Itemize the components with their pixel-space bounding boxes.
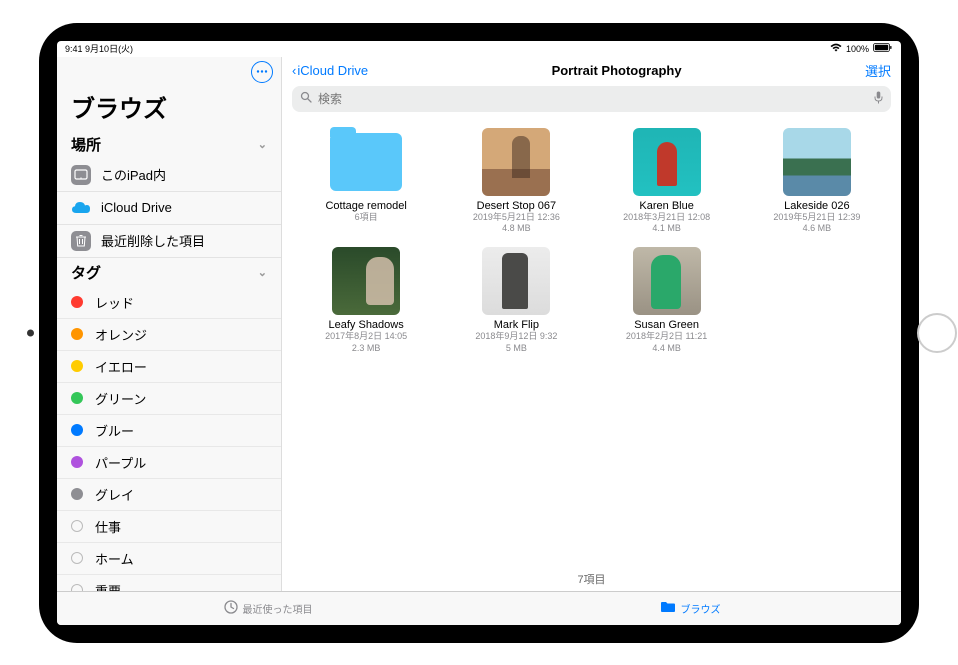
search-input[interactable] <box>318 92 868 106</box>
chevron-left-icon: ‹ <box>292 63 296 78</box>
more-button[interactable] <box>251 61 273 83</box>
grid-item[interactable]: Lakeside 026 2019年5月21日 12:394.6 MB <box>747 128 887 235</box>
grid-item[interactable]: Leafy Shadows 2017年8月2日 14:052.3 MB <box>296 247 436 354</box>
tag-item[interactable]: オレンジ <box>57 319 281 351</box>
item-meta: 2017年8月2日 14:052.3 MB <box>296 331 436 354</box>
tag-color-dot <box>71 488 83 500</box>
item-meta: 2019年5月21日 12:364.8 MB <box>446 212 586 235</box>
file-thumbnail <box>633 247 701 315</box>
tag-item[interactable]: グリーン <box>57 383 281 415</box>
grid-item[interactable]: Susan Green 2018年2月2日 11:214.4 MB <box>597 247 737 354</box>
file-thumbnail <box>783 128 851 196</box>
back-button[interactable]: ‹ iCloud Drive <box>292 63 368 78</box>
folder-icon <box>330 133 402 191</box>
tag-label: イエロー <box>95 357 147 376</box>
file-thumbnail <box>482 128 550 196</box>
trash-icon <box>71 231 91 251</box>
item-meta: 2018年3月21日 12:084.1 MB <box>597 212 737 235</box>
select-button[interactable]: 選択 <box>865 61 891 80</box>
battery-text: 100% <box>846 44 869 54</box>
grid-item[interactable]: Cottage remodel 6項目 <box>296 128 436 235</box>
status-date: 9月10日(火) <box>85 44 133 54</box>
tab-recents[interactable]: 最近使った項目 <box>57 592 479 625</box>
tag-item[interactable]: ブルー <box>57 415 281 447</box>
tags-header[interactable]: タグ ⌄ <box>57 258 281 287</box>
tag-item[interactable]: グレイ <box>57 479 281 511</box>
item-name: Desert Stop 067 <box>446 200 586 212</box>
item-name: Susan Green <box>597 319 737 331</box>
chevron-down-icon: ⌄ <box>258 138 267 151</box>
icloud-icon <box>71 198 91 218</box>
clock-icon <box>224 600 238 617</box>
item-meta: 2018年9月12日 9:325 MB <box>446 331 586 354</box>
item-meta: 6項目 <box>296 212 436 224</box>
page-title: Portrait Photography <box>552 63 682 78</box>
location-item[interactable]: このiPad内 <box>57 159 281 192</box>
ipad-icon <box>71 165 91 185</box>
tag-item[interactable]: レッド <box>57 287 281 319</box>
tag-item[interactable]: パープル <box>57 447 281 479</box>
tag-label: グレイ <box>95 485 134 504</box>
location-item[interactable]: 最近削除した項目 <box>57 225 281 258</box>
tag-item[interactable]: イエロー <box>57 351 281 383</box>
item-meta: 2018年2月2日 11:214.4 MB <box>597 331 737 354</box>
chevron-down-icon: ⌄ <box>258 266 267 279</box>
tag-color-dot <box>71 392 83 404</box>
home-button[interactable] <box>917 313 957 353</box>
tab-browse[interactable]: ブラウズ <box>479 592 901 625</box>
tag-empty-circle <box>71 552 83 564</box>
status-time: 9:41 <box>65 44 83 54</box>
location-label: iCloud Drive <box>101 200 172 215</box>
tag-label: 重要 <box>95 581 121 591</box>
search-bar[interactable] <box>292 86 891 112</box>
file-thumbnail <box>482 247 550 315</box>
location-label: 最近削除した項目 <box>101 231 205 250</box>
tag-color-dot <box>71 456 83 468</box>
mic-icon[interactable] <box>874 91 883 107</box>
status-bar: 9:41 9月10日(火) 100% <box>57 41 901 57</box>
item-name: Karen Blue <box>597 200 737 212</box>
tag-label: 仕事 <box>95 517 121 536</box>
tag-empty-circle <box>71 520 83 532</box>
tag-color-dot <box>71 296 83 308</box>
battery-icon <box>873 43 893 54</box>
sidebar: ブラウズ 場所 ⌄ このiPad内 iCloud Drive 最近削除した項目 タグ… <box>57 57 282 591</box>
main-panel: ‹ iCloud Drive Portrait Photography 選択 <box>282 57 901 591</box>
item-name: Leafy Shadows <box>296 319 436 331</box>
tag-item[interactable]: 重要 <box>57 575 281 591</box>
tag-item[interactable]: 仕事 <box>57 511 281 543</box>
folder-icon <box>660 601 676 616</box>
grid-item[interactable]: Desert Stop 067 2019年5月21日 12:364.8 MB <box>446 128 586 235</box>
tag-label: ホーム <box>95 549 134 568</box>
tag-item[interactable]: ホーム <box>57 543 281 575</box>
location-label: このiPad内 <box>101 165 166 184</box>
search-icon <box>300 91 312 106</box>
location-item[interactable]: iCloud Drive <box>57 192 281 225</box>
tag-label: ブルー <box>95 421 134 440</box>
sidebar-title: ブラウズ <box>57 87 281 130</box>
tag-label: レッド <box>95 293 134 312</box>
item-meta: 2019年5月21日 12:394.6 MB <box>747 212 887 235</box>
tag-color-dot <box>71 328 83 340</box>
grid-item[interactable]: Mark Flip 2018年9月12日 9:325 MB <box>446 247 586 354</box>
tag-label: オレンジ <box>95 325 147 344</box>
wifi-icon <box>830 43 842 54</box>
grid-item[interactable]: Karen Blue 2018年3月21日 12:084.1 MB <box>597 128 737 235</box>
item-name: Mark Flip <box>446 319 586 331</box>
tag-label: パープル <box>95 453 146 472</box>
item-name: Lakeside 026 <box>747 200 887 212</box>
item-name: Cottage remodel <box>296 200 436 212</box>
file-thumbnail <box>633 128 701 196</box>
item-count: 7項目 <box>282 567 901 591</box>
tab-bar: 最近使った項目 ブラウズ <box>57 591 901 625</box>
tag-color-dot <box>71 360 83 372</box>
locations-header[interactable]: 場所 ⌄ <box>57 130 281 159</box>
tag-color-dot <box>71 424 83 436</box>
tag-label: グリーン <box>95 389 146 408</box>
file-thumbnail <box>332 247 400 315</box>
